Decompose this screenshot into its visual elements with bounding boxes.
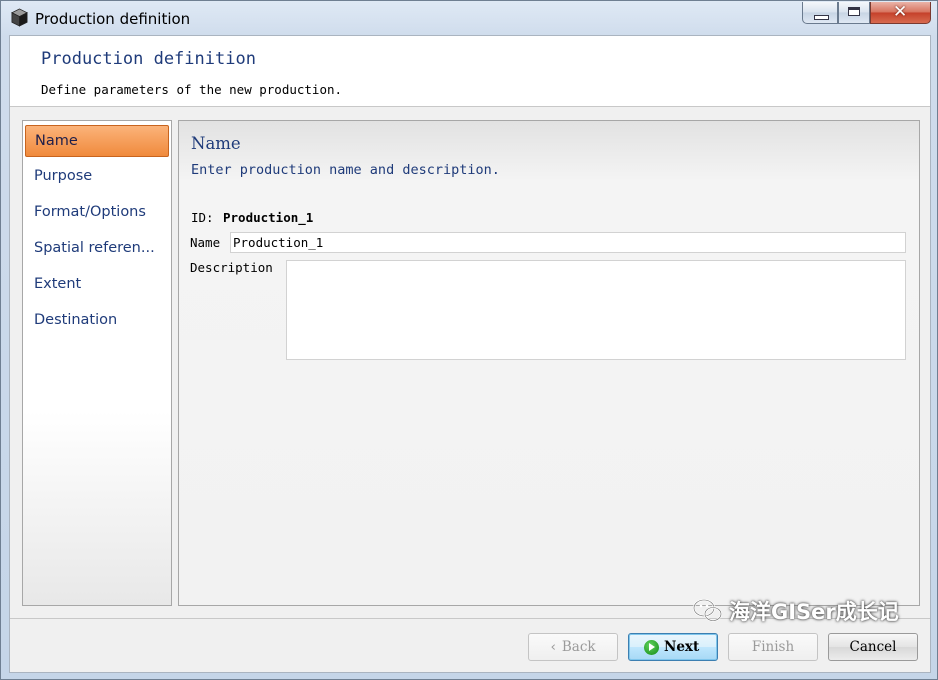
back-button-label: Back [561,639,596,655]
close-icon: ✕ [893,2,908,22]
step-extent[interactable]: Extent [25,269,169,301]
header-title: Production definition [41,49,256,69]
panel-title: Name [191,134,241,153]
cube-icon [11,8,28,27]
description-label: Description [190,260,273,275]
name-input[interactable] [230,232,906,253]
footer-divider [10,618,930,619]
title-bar[interactable]: Production definition ✕ [1,1,937,35]
maximize-button[interactable] [838,2,870,24]
step-name[interactable]: Name [25,125,169,157]
cancel-button-label: Cancel [849,639,897,655]
step-purpose[interactable]: Purpose [25,161,169,193]
name-label: Name [190,235,221,250]
wizard-header: Production definition Define parameters … [10,36,930,107]
id-value: Production_1 [223,210,314,225]
finish-button[interactable]: Finish [728,633,818,661]
header-subtitle: Define parameters of the new production. [41,82,343,97]
id-label: ID: [191,210,214,225]
finish-button-label: Finish [751,639,795,655]
arrow-right-circle-icon [644,639,659,655]
back-button[interactable]: ‹ Back [528,633,618,661]
dialog-client: Production definition Define parameters … [9,35,931,673]
wizard-step-list: Name Purpose Format/Options Spatial refe… [22,120,172,606]
next-button-label: Next [664,639,700,655]
step-spatial-reference[interactable]: Spatial referen... [25,233,169,265]
cancel-button[interactable]: Cancel [828,633,918,661]
maximize-icon [848,7,860,16]
step-content-panel: Name Enter production name and descripti… [178,120,920,606]
step-destination[interactable]: Destination [25,305,169,337]
step-format-options[interactable]: Format/Options [25,197,169,229]
minimize-button[interactable] [802,2,838,24]
dialog-window: Production definition ✕ Production defin… [0,0,938,680]
close-button[interactable]: ✕ [870,2,931,24]
window-title: Production definition [35,10,191,28]
minimize-icon [814,15,829,20]
panel-subtitle: Enter production name and description. [191,162,500,178]
next-button[interactable]: Next [628,633,718,661]
chevron-left-icon: ‹ [550,639,556,655]
description-input[interactable] [286,260,906,360]
